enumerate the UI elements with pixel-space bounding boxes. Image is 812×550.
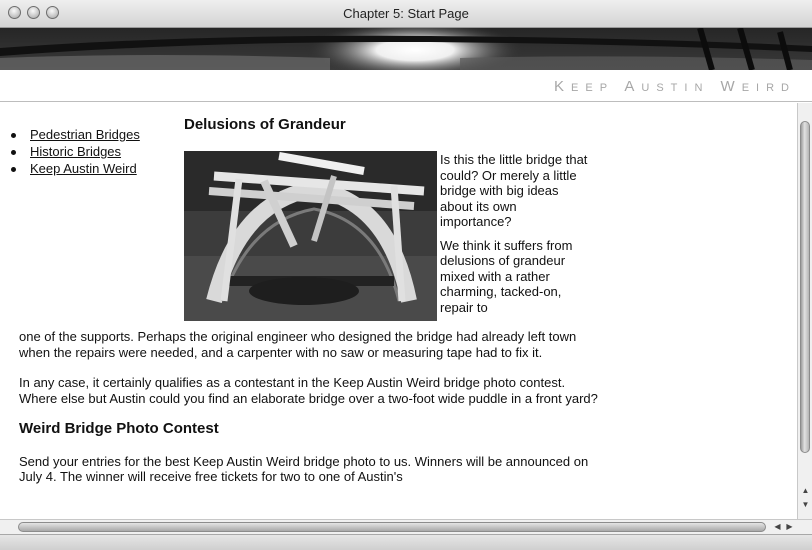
bullet-icon <box>11 167 16 172</box>
article-heading: Delusions of Grandeur <box>184 116 346 133</box>
nav-link-pedestrian-bridges[interactable]: Pedestrian Bridges <box>30 127 140 142</box>
horizontal-scrollbar[interactable]: ◀ ▶ <box>0 519 812 534</box>
horizontal-scroll-thumb[interactable] <box>18 522 766 532</box>
intro-paragraph: We think it suffers from delusions of gr… <box>440 237 573 315</box>
status-bar <box>0 534 812 550</box>
nav-link-historic-bridges[interactable]: Historic Bridges <box>30 144 121 159</box>
scroll-right-arrow-icon[interactable]: ▶ <box>784 521 795 533</box>
vertical-scrollbar[interactable]: ▲ ▼ <box>797 103 812 519</box>
page-content: Pedestrian Bridges Historic Bridges Keep… <box>0 103 797 519</box>
bridge-photo <box>184 151 437 321</box>
body-paragraph: In any case, it certainly qualifies as a… <box>19 375 598 406</box>
bullet-icon <box>11 150 16 155</box>
nav-item: Pedestrian Bridges <box>10 127 140 144</box>
nav-link-keep-austin-weird[interactable]: Keep Austin Weird <box>30 161 137 176</box>
body-paragraph: one of the supports. Perhaps the origina… <box>19 329 577 360</box>
sidebar-nav: Pedestrian Bridges Historic Bridges Keep… <box>10 127 140 178</box>
article-body: one of the supports. Perhaps the origina… <box>19 329 599 500</box>
site-brand: Keep Austin Weird <box>554 78 796 95</box>
site-header: Keep Austin Weird <box>0 70 812 102</box>
nav-item: Keep Austin Weird <box>10 161 140 178</box>
contest-heading: Weird Bridge Photo Contest <box>19 420 219 437</box>
browser-window: Chapter 5: Start Page Keep Austin Weird … <box>0 0 812 550</box>
title-bar[interactable]: Chapter 5: Start Page <box>0 0 812 28</box>
intro-paragraph: Is this the little bridge that could? Or… <box>440 152 588 229</box>
bullet-icon <box>11 133 16 138</box>
scroll-left-arrow-icon[interactable]: ◀ <box>772 521 783 533</box>
scroll-down-arrow-icon[interactable]: ▼ <box>798 499 812 511</box>
header-banner-image <box>0 28 812 70</box>
nav-item: Historic Bridges <box>10 144 140 161</box>
contest-paragraph: Send your entries for the best Keep Aust… <box>19 453 589 485</box>
vertical-scroll-thumb[interactable] <box>800 121 810 453</box>
window-title: Chapter 5: Start Page <box>343 6 469 21</box>
article-intro: Is this the little bridge that could? Or… <box>440 152 590 323</box>
scroll-up-arrow-icon[interactable]: ▲ <box>798 485 812 497</box>
